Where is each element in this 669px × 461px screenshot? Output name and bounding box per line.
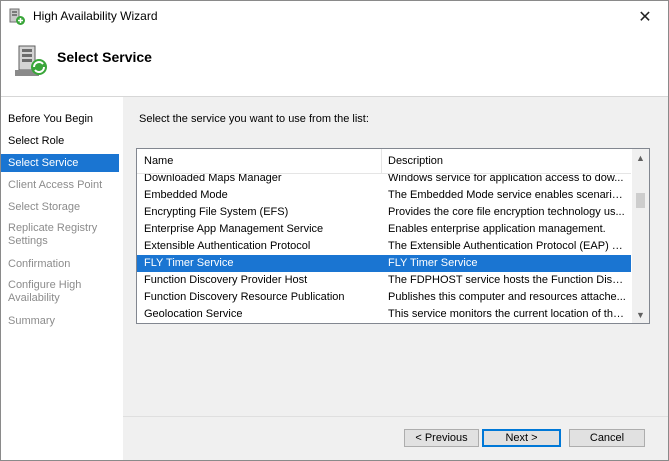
service-name: Enterprise App Management Service: [144, 223, 324, 235]
list-rows: Downloaded Maps Manager Windows service …: [137, 174, 631, 323]
wizard-window: High Availability Wizard ✕ Select Servic…: [0, 0, 669, 461]
service-name: Downloaded Maps Manager: [144, 174, 282, 184]
step-confirmation: Confirmation: [8, 258, 71, 270]
service-description: Publishes this computer and resources at…: [388, 291, 626, 303]
step-select-storage: Select Storage: [8, 201, 81, 213]
service-description: The Embedded Mode service enables scenar…: [388, 189, 626, 201]
step-replicate-registry-settings: Replicate Registry Settings: [8, 222, 98, 247]
service-list[interactable]: Name Description Downloaded Maps Manager…: [136, 148, 650, 324]
wizard-content: Select the service you want to use from …: [123, 97, 668, 460]
cluster-server-icon: [15, 45, 47, 76]
service-name: Geolocation Service: [144, 308, 243, 320]
column-header-description[interactable]: Description: [388, 149, 628, 173]
list-item[interactable]: Function Discovery Provider Host The FDP…: [137, 272, 631, 289]
step-client-access-point: Client Access Point: [8, 179, 103, 191]
service-description: Enables enterprise application managemen…: [388, 223, 606, 235]
service-description: FLY Timer Service: [388, 257, 478, 269]
wizard-steps-sidebar: Before You Begin Select Role Select Serv…: [1, 97, 122, 460]
scroll-down-icon[interactable]: ▼: [632, 306, 649, 323]
service-name: Embedded Mode: [144, 189, 228, 201]
scroll-thumb[interactable]: [636, 193, 645, 208]
list-item[interactable]: Extensible Authentication Protocol The E…: [137, 238, 631, 255]
step-before-you-begin[interactable]: Before You Begin: [8, 113, 120, 126]
previous-button[interactable]: < Previous: [404, 429, 479, 447]
service-description: Windows service for application access t…: [388, 174, 624, 184]
service-name: Function Discovery Resource Publication: [144, 291, 345, 303]
list-item[interactable]: Encrypting File System (EFS) Provides th…: [137, 204, 631, 221]
vertical-scrollbar[interactable]: ▲ ▼: [632, 149, 649, 323]
scroll-up-icon[interactable]: ▲: [632, 149, 649, 166]
list-item[interactable]: Downloaded Maps Manager Windows service …: [137, 174, 631, 187]
footer-divider: [123, 416, 668, 417]
next-button[interactable]: Next >: [482, 429, 561, 447]
service-description: The Extensible Authentication Protocol (…: [388, 240, 626, 252]
cancel-button[interactable]: Cancel: [569, 429, 645, 447]
service-description: This service monitors the current locati…: [388, 308, 626, 320]
list-item[interactable]: Function Discovery Resource Publication …: [137, 289, 631, 306]
cluster-wizard-icon: [9, 8, 25, 25]
service-name: FLY Timer Service: [144, 257, 234, 269]
list-item[interactable]: Geolocation Service This service monitor…: [137, 306, 631, 323]
list-item[interactable]: Embedded Mode The Embedded Mode service …: [137, 187, 631, 204]
service-name: Extensible Authentication Protocol: [144, 240, 311, 252]
page-title: Select Service: [57, 49, 152, 65]
column-header-name[interactable]: Name: [144, 149, 380, 173]
close-icon: ✕: [638, 8, 652, 26]
wizard-header: Select Service: [1, 32, 668, 96]
service-name: Encrypting File System (EFS): [144, 206, 289, 218]
service-name: Function Discovery Provider Host: [144, 274, 308, 286]
step-select-service[interactable]: Select Service: [1, 154, 119, 172]
close-button[interactable]: ✕: [622, 1, 668, 32]
window-title: High Availability Wizard: [33, 9, 158, 23]
column-separator[interactable]: [381, 149, 382, 173]
step-select-role[interactable]: Select Role: [8, 135, 120, 148]
list-item[interactable]: Enterprise App Management Service Enable…: [137, 221, 631, 238]
service-description: Provides the core file encryption techno…: [388, 206, 625, 218]
step-summary: Summary: [8, 315, 56, 327]
service-description: The FDPHOST service hosts the Function D…: [388, 274, 626, 286]
instruction-text: Select the service you want to use from …: [139, 113, 369, 125]
title-bar: High Availability Wizard ✕: [1, 1, 668, 32]
step-configure-high-availability: Configure High Availability: [8, 279, 82, 304]
list-item-selected[interactable]: FLY Timer Service FLY Timer Service: [137, 255, 631, 272]
